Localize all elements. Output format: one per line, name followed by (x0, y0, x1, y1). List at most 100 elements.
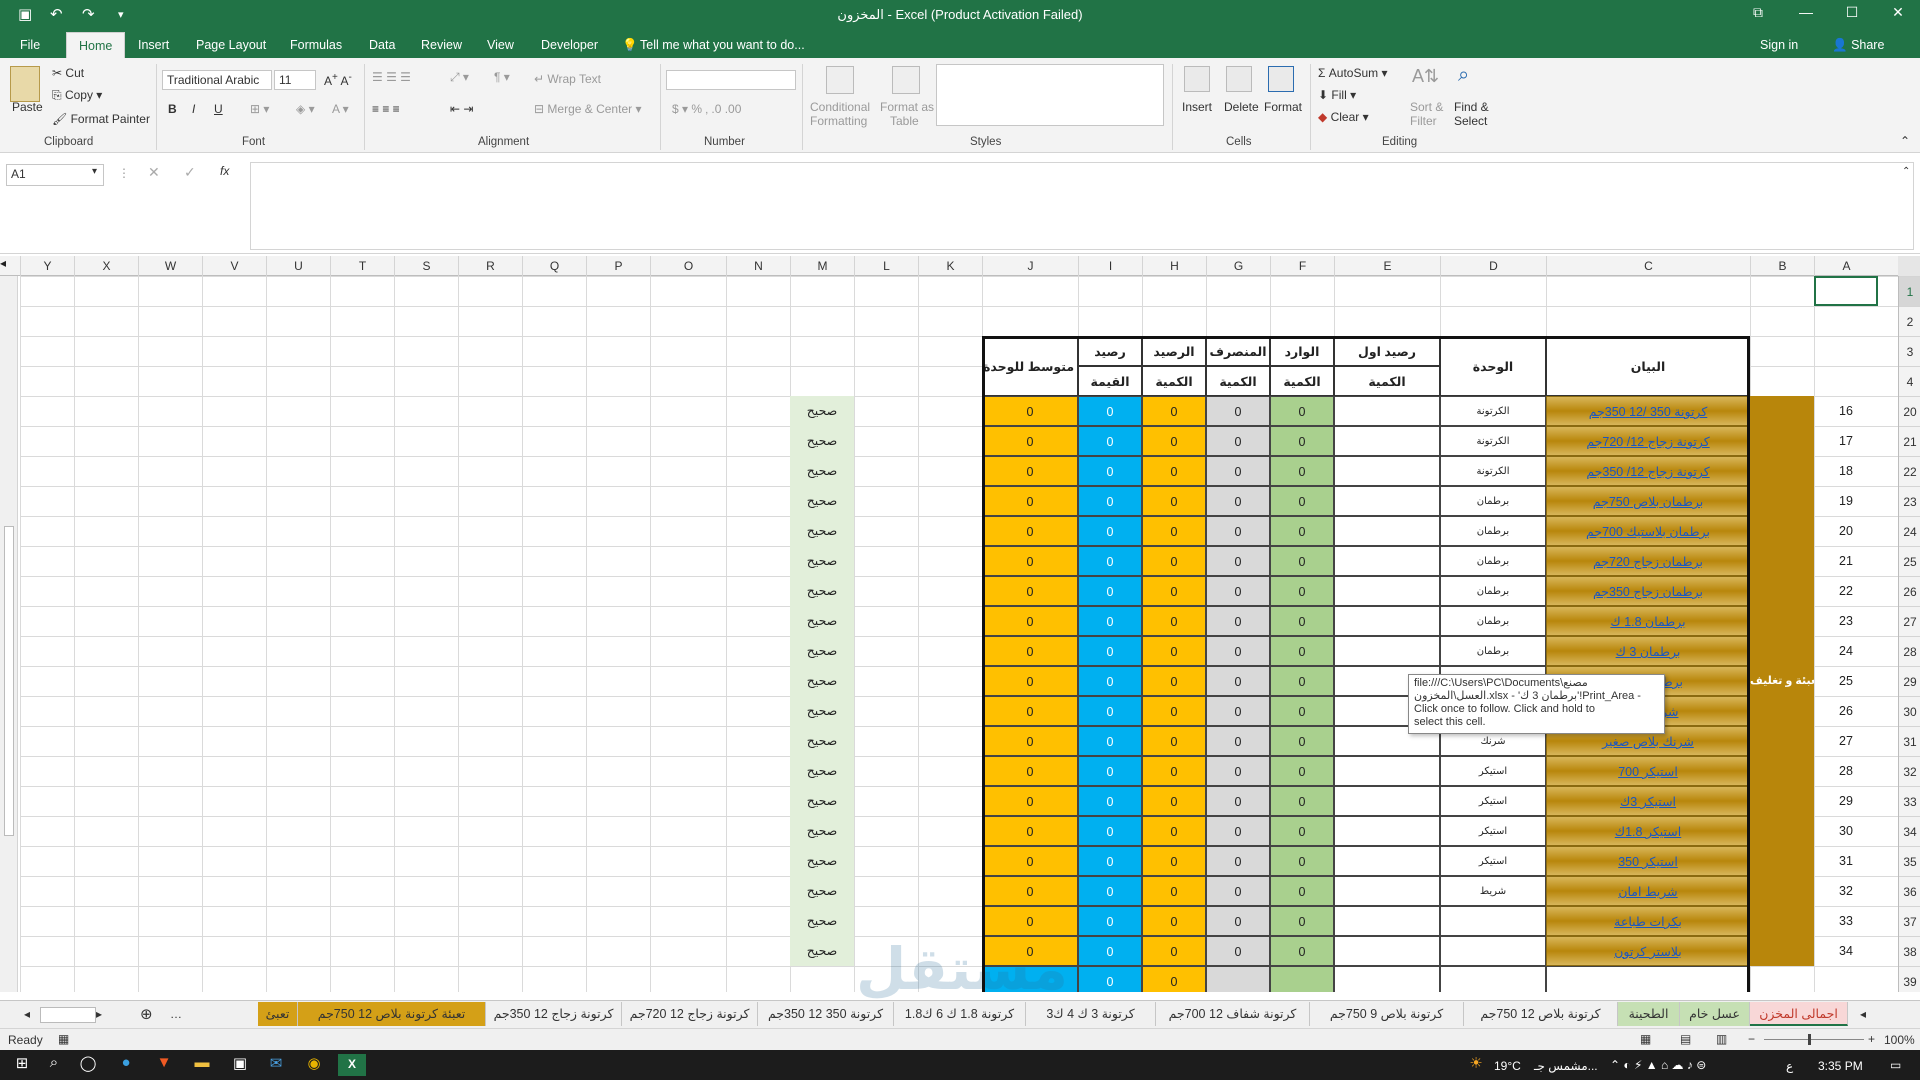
unit-cell[interactable]: استيكر (1440, 756, 1546, 786)
sign-in-link[interactable]: Sign in (1760, 38, 1798, 52)
opening-qty-cell[interactable] (1334, 756, 1440, 786)
outgoing-qty-cell[interactable]: 0 (1206, 726, 1270, 756)
mail-icon[interactable]: ✉ (262, 1054, 290, 1076)
total-item-cell[interactable] (1546, 966, 1750, 992)
unit-cell[interactable]: برطمان (1440, 516, 1546, 546)
avg-price-cell[interactable]: 0 (982, 876, 1078, 906)
conditional-formatting-button[interactable]: Conditional (810, 100, 870, 114)
incoming-qty-cell[interactable]: 0 (1270, 486, 1334, 516)
notifications-icon[interactable]: ▭ (1890, 1058, 1901, 1072)
incoming-qty-cell[interactable]: 0 (1270, 876, 1334, 906)
item-link[interactable]: برطمان 3 ك (1546, 636, 1750, 666)
balance-value-cell[interactable]: 0 (1078, 786, 1142, 816)
opening-qty-cell[interactable] (1334, 636, 1440, 666)
name-box-dropdown-icon[interactable]: ▾ (92, 166, 97, 177)
row-serial[interactable]: 26 (1814, 696, 1878, 726)
zoom-level[interactable]: 100% (1884, 1033, 1915, 1047)
tab-formulas[interactable]: Formulas (290, 38, 342, 52)
unit-cell[interactable]: برطمان (1440, 576, 1546, 606)
sheet-tab[interactable]: كرتونة زجاج 12 720جم (622, 1002, 758, 1026)
avg-price-cell[interactable]: 0 (982, 696, 1078, 726)
row-header[interactable]: 32 (1899, 756, 1920, 786)
balance-value-cell[interactable]: 0 (1078, 936, 1142, 966)
column-header-a[interactable]: A (1814, 256, 1878, 276)
incoming-qty-cell[interactable]: 0 (1270, 546, 1334, 576)
balance-value-cell[interactable]: 0 (1078, 516, 1142, 546)
store-icon[interactable]: ▣ (226, 1054, 254, 1076)
balance-qty-cell[interactable]: 0 (1142, 576, 1206, 606)
outgoing-qty-cell[interactable]: 0 (1206, 516, 1270, 546)
grow-font-icon[interactable]: A+ A- (324, 72, 352, 88)
check-cell[interactable]: صحيح (790, 846, 854, 876)
avg-price-cell[interactable]: 0 (982, 726, 1078, 756)
incoming-qty-cell[interactable]: 0 (1270, 636, 1334, 666)
edge-icon[interactable]: ● (112, 1054, 140, 1076)
incoming-qty-cell[interactable]: 0 (1270, 516, 1334, 546)
check-cell[interactable]: صحيح (790, 666, 854, 696)
column-header-k[interactable]: K (918, 256, 982, 276)
balance-value-cell[interactable]: 0 (1078, 726, 1142, 756)
item-link[interactable]: برطمان زجاج 720جم (1546, 546, 1750, 576)
column-header-i[interactable]: I (1078, 256, 1142, 276)
zoom-out-icon[interactable]: − (1748, 1032, 1755, 1046)
total-value-cell[interactable]: 0 (1078, 966, 1142, 992)
balance-value-cell[interactable]: 0 (1078, 546, 1142, 576)
indent-icon[interactable]: ⇤ ⇥ (450, 102, 473, 116)
prev-sheet-icon[interactable]: ◂ (24, 1007, 30, 1021)
row-header[interactable]: 2 (1899, 306, 1920, 336)
autosum-button[interactable]: Σ AutoSum ▾ (1318, 66, 1387, 80)
incoming-qty-cell[interactable]: 0 (1270, 396, 1334, 426)
sheet-tab[interactable]: عسل خام (1680, 1002, 1750, 1026)
avg-price-cell[interactable]: 0 (982, 816, 1078, 846)
outgoing-qty-cell[interactable]: 0 (1206, 546, 1270, 576)
row-serial[interactable]: 28 (1814, 756, 1878, 786)
insert-cells-icon[interactable] (1184, 66, 1210, 92)
unit-cell[interactable] (1440, 936, 1546, 966)
maximize-button[interactable]: ☐ (1832, 4, 1872, 21)
normal-view-icon[interactable]: ▦ (1640, 1032, 1651, 1046)
item-link[interactable]: برطمان بلاستيك 700جم (1546, 516, 1750, 546)
delete-cells-button[interactable]: Delete (1224, 100, 1259, 114)
incoming-qty-cell[interactable]: 0 (1270, 726, 1334, 756)
copy-button[interactable]: ⎘ Copy ▾ (52, 88, 102, 103)
row-header[interactable]: 20 (1899, 396, 1920, 426)
row-header[interactable]: 39 (1899, 966, 1920, 996)
outgoing-qty-cell[interactable]: 0 (1206, 816, 1270, 846)
zoom-slider-thumb[interactable] (1808, 1034, 1811, 1045)
unit-cell[interactable]: برطمان (1440, 606, 1546, 636)
format-painter-button[interactable]: 🖌 Format Painter (52, 112, 150, 126)
italic-icon[interactable]: I (192, 102, 195, 116)
chrome-icon[interactable]: ◉ (300, 1054, 328, 1076)
check-cell[interactable]: صحيح (790, 576, 854, 606)
select-all-corner[interactable] (1898, 256, 1920, 276)
sheet-tab[interactable]: كرتونة 3 ك 4 ك3 (1026, 1002, 1156, 1026)
balance-qty-cell[interactable]: 0 (1142, 906, 1206, 936)
check-cell[interactable]: صحيح (790, 756, 854, 786)
balance-value-cell[interactable]: 0 (1078, 696, 1142, 726)
row-serial[interactable]: 23 (1814, 606, 1878, 636)
opening-qty-cell[interactable] (1334, 876, 1440, 906)
incoming-qty-cell[interactable]: 0 (1270, 456, 1334, 486)
row-serial[interactable]: 34 (1814, 936, 1878, 966)
check-cell[interactable]: صحيح (790, 936, 854, 966)
row-serial[interactable]: 32 (1814, 876, 1878, 906)
sort-filter-icon[interactable]: A⇅ (1412, 66, 1439, 87)
opening-qty-cell[interactable] (1334, 846, 1440, 876)
outgoing-qty-cell[interactable]: 0 (1206, 426, 1270, 456)
search-icon[interactable]: ⌕ (40, 1054, 68, 1076)
tab-page-layout[interactable]: Page Layout (196, 38, 266, 52)
balance-qty-cell[interactable]: 0 (1142, 696, 1206, 726)
balance-value-cell[interactable]: 0 (1078, 606, 1142, 636)
item-link[interactable]: شريط امان (1546, 876, 1750, 906)
ribbon-display-icon[interactable]: ⧉ (1738, 4, 1778, 21)
row-header[interactable]: 31 (1899, 726, 1920, 756)
bold-icon[interactable]: B (168, 102, 177, 116)
sheet-tab[interactable]: اجمالى المخزن (1750, 1002, 1848, 1026)
find-icon[interactable]: ⌕ (1458, 64, 1469, 87)
category-cell[interactable]: تعبئة و تغليف (1750, 396, 1814, 966)
paste-button[interactable]: Paste (12, 100, 43, 114)
balance-value-cell[interactable]: 0 (1078, 666, 1142, 696)
outgoing-qty-cell[interactable]: 0 (1206, 576, 1270, 606)
outgoing-qty-cell[interactable]: 0 (1206, 456, 1270, 486)
row-header[interactable]: 38 (1899, 936, 1920, 966)
